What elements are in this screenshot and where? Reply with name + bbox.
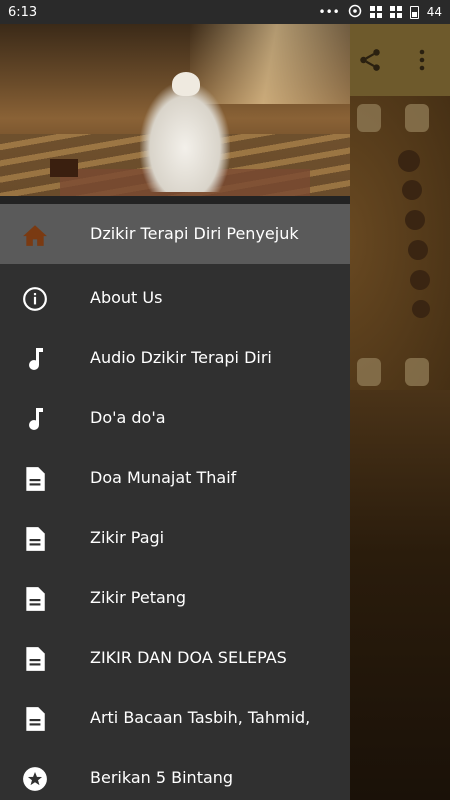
bg-card (357, 358, 381, 386)
menu-item-zikir-pagi[interactable]: Zikir Pagi (0, 508, 350, 568)
app-grid-icon (389, 6, 402, 18)
status-time: 6:13 (8, 4, 38, 20)
menu-item-dzikir-terapi[interactable]: Dzikir Terapi Diri Penyejuk (0, 204, 350, 264)
menu-item-about-us[interactable]: About Us (0, 268, 350, 328)
music-note-icon (22, 346, 48, 372)
menu-item-arti-bacaan-tasbih[interactable]: Arti Bacaan Tasbih, Tahmid, (0, 688, 350, 748)
menu-item-label: Zikir Petang (90, 588, 187, 607)
document-icon (22, 466, 48, 492)
menu-item-label: Dzikir Terapi Diri Penyejuk (90, 224, 299, 243)
battery-level: 44 (426, 5, 442, 19)
menu-item-doa-munajat-thaif[interactable]: Doa Munajat Thaif (0, 448, 350, 508)
menu-item-label: Audio Dzikir Terapi Diri (90, 348, 272, 367)
menu-item-label: Arti Bacaan Tasbih, Tahmid, (90, 708, 311, 727)
menu-item-zikir-petang[interactable]: Zikir Petang (0, 568, 350, 628)
menu-item-berikan-5-bintang[interactable]: Berikan 5 Bintang (0, 748, 350, 800)
menu-item-label: ZIKIR DAN DOA SELEPAS (90, 648, 287, 667)
document-icon (22, 526, 48, 552)
document-icon (22, 706, 48, 732)
bg-card (405, 358, 429, 386)
menu-item-label: Zikir Pagi (90, 528, 165, 547)
drawer-menu: Dzikir Terapi Diri Penyejuk About Us Aud… (0, 204, 350, 800)
menu-item-label: Do'a do'a (90, 408, 166, 427)
drawer-header-image (0, 24, 350, 196)
bg-card (357, 104, 381, 132)
music-note-icon (22, 406, 48, 432)
menu-item-zikir-dan-doa-selepas[interactable]: ZIKIR DAN DOA SELEPAS (0, 628, 350, 688)
navigation-drawer: Dzikir Terapi Diri Penyejuk About Us Aud… (0, 0, 350, 800)
menu-item-label: About Us (90, 288, 163, 307)
hotspot-icon (348, 4, 362, 21)
battery-icon (409, 5, 419, 19)
app-grid-icon (369, 6, 382, 18)
more-vertical-icon[interactable] (394, 24, 450, 96)
document-icon (22, 646, 48, 672)
share-icon[interactable] (342, 24, 398, 96)
document-icon (22, 586, 48, 612)
status-bar: 6:13 ••• 44 (0, 0, 450, 24)
menu-item-doa-doa[interactable]: Do'a do'a (0, 388, 350, 448)
menu-item-label: Doa Munajat Thaif (90, 468, 237, 487)
info-icon (22, 286, 48, 312)
home-icon (22, 222, 48, 248)
drawer-divider (0, 196, 350, 204)
bg-card (405, 104, 429, 132)
menu-item-label: Berikan 5 Bintang (90, 768, 234, 787)
notification-dots: ••• (318, 5, 340, 19)
star-icon (22, 766, 48, 792)
bg-lower-image (350, 390, 450, 800)
menu-item-audio-dzikir[interactable]: Audio Dzikir Terapi Diri (0, 328, 350, 388)
